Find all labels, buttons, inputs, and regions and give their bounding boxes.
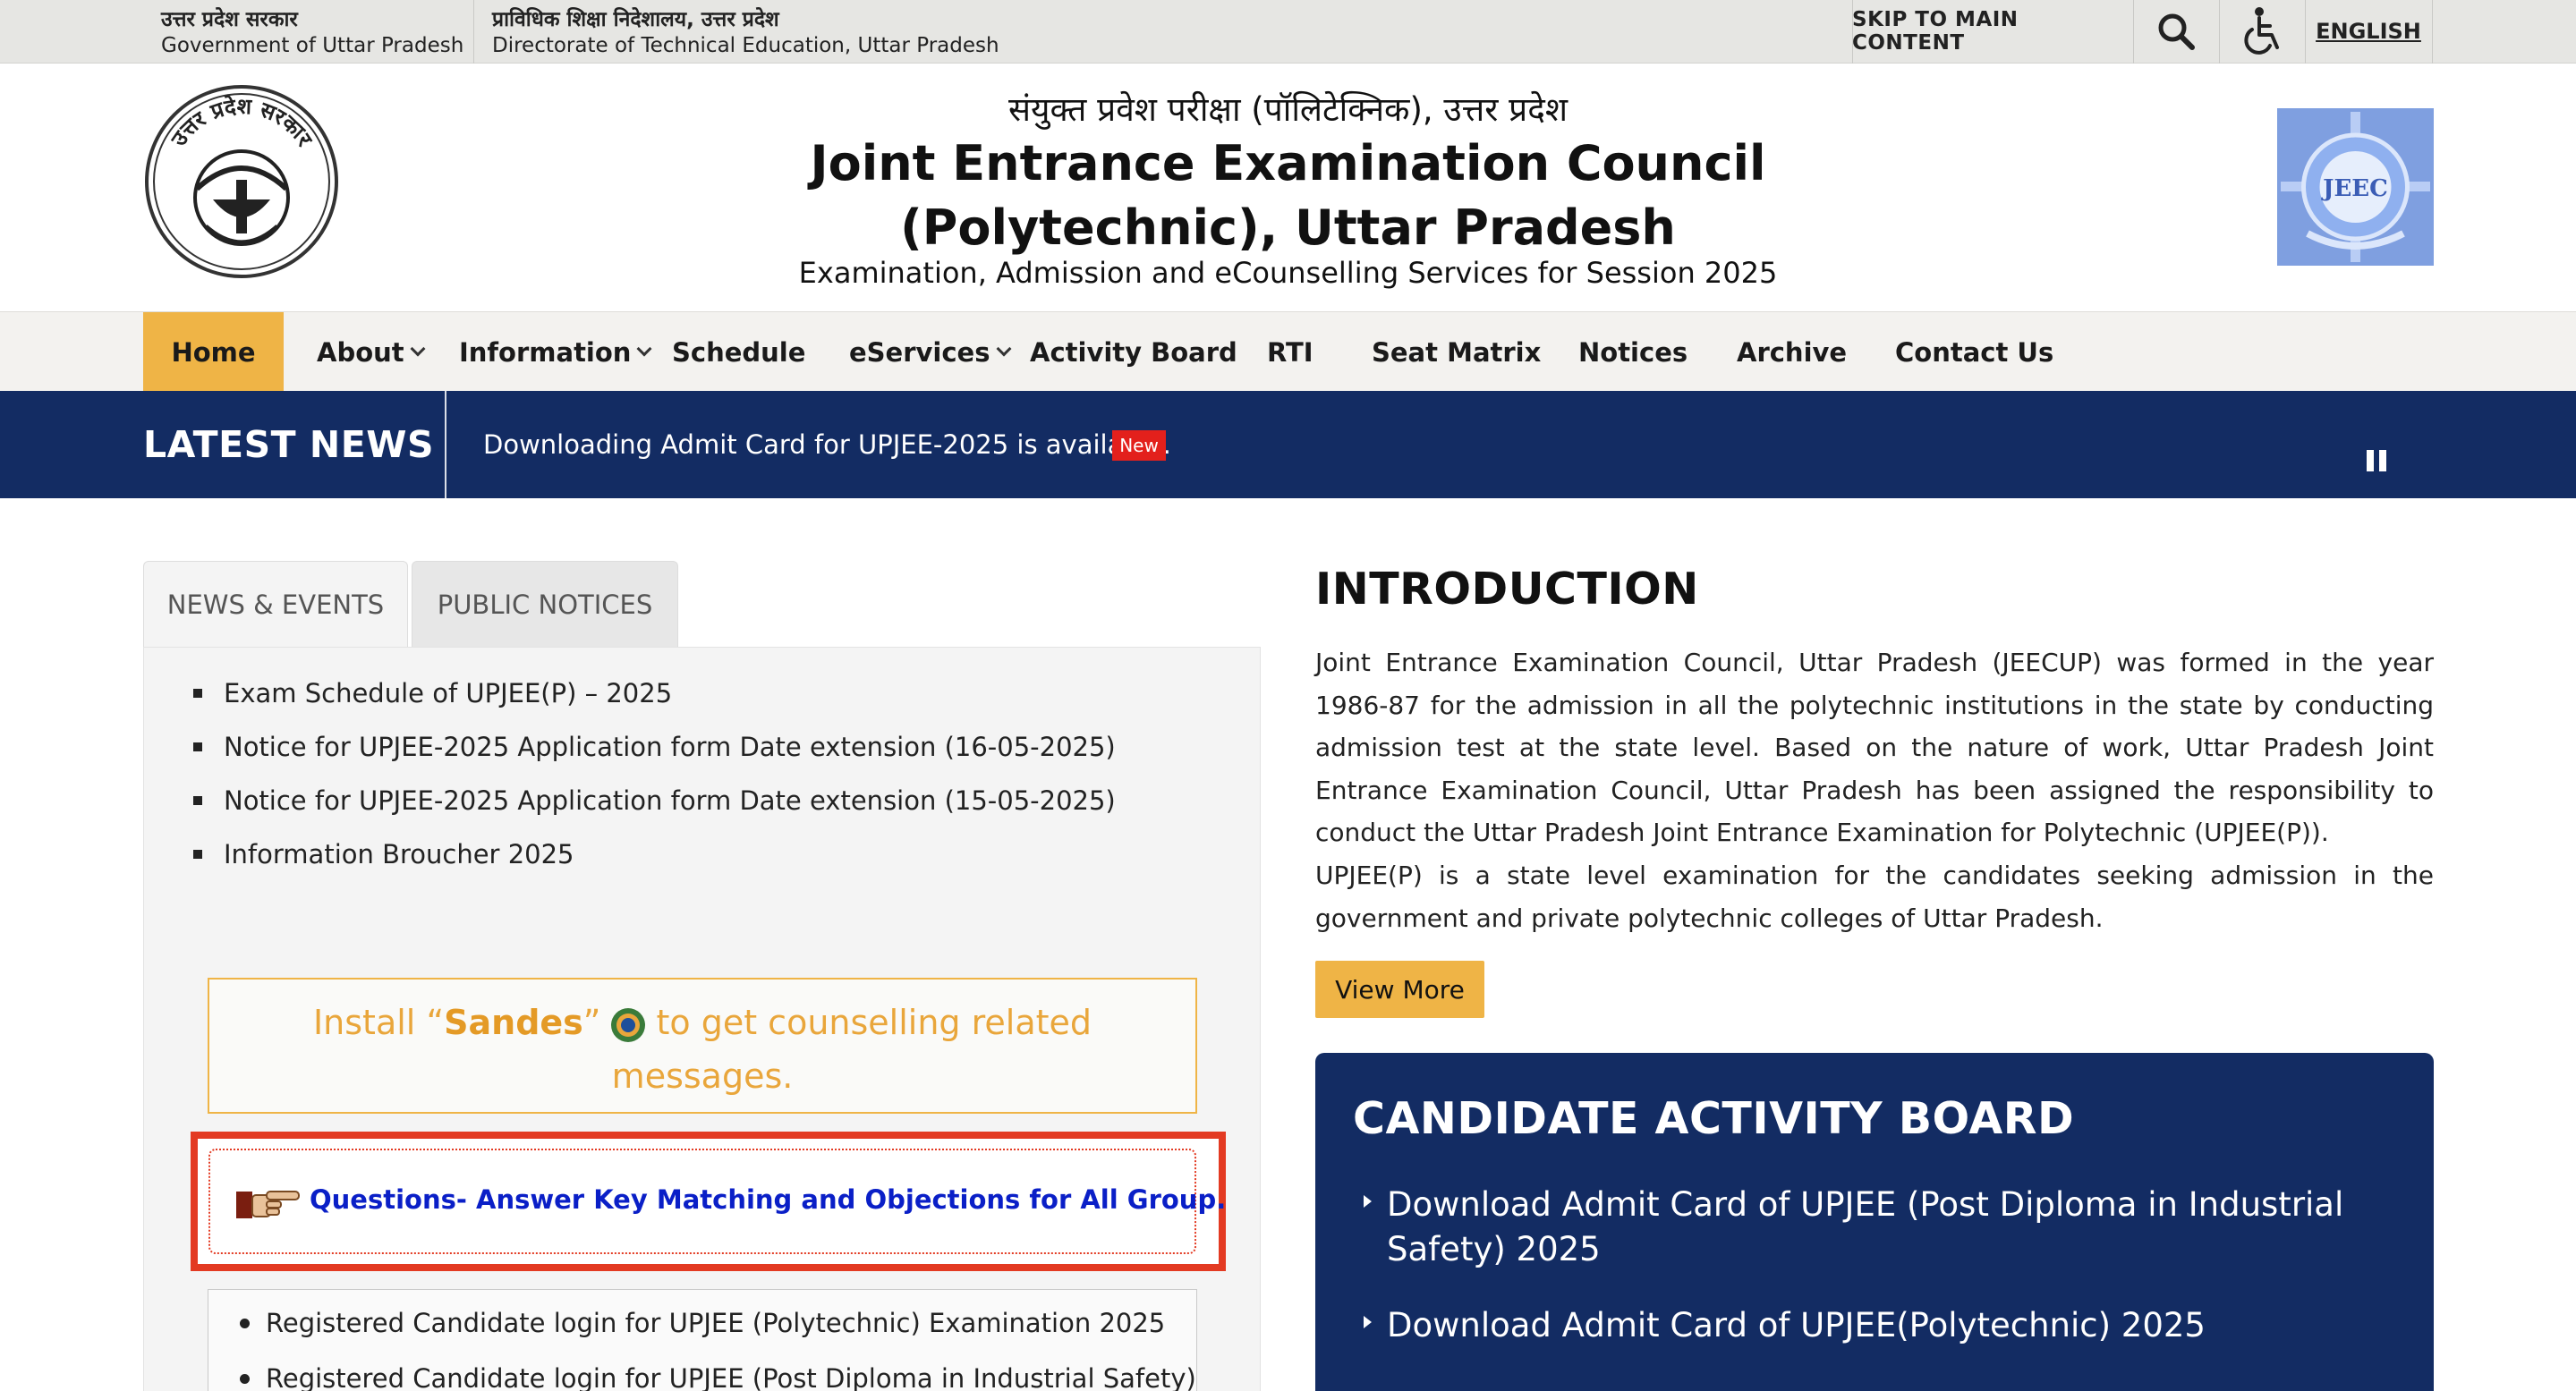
site-header: उत्तर प्रदेश सरकार संयुक्त प्रवेश परीक्ष…: [0, 64, 2576, 311]
divider: [2432, 0, 2433, 64]
nav-archive[interactable]: Archive: [1737, 312, 1847, 392]
activity-board-heading: CANDIDATE ACTIVITY BOARD: [1353, 1093, 2075, 1144]
jeec-logo[interactable]: JEEC: [2277, 108, 2434, 266]
caret-right-icon: [1364, 1195, 1372, 1208]
bullet: [193, 742, 202, 751]
news-item[interactable]: Notice for UPJEE-2025 Application form D…: [193, 785, 1116, 816]
latest-news-band: LATEST NEWS Downloading Admit Card for U…: [0, 391, 2576, 498]
sandes-line2: messages.: [611, 1056, 794, 1096]
nav-contact-us[interactable]: Contact Us: [1895, 312, 2053, 392]
nav-label: Seat Matrix: [1372, 336, 1542, 368]
bullet: [240, 1373, 250, 1384]
caret-right-icon: [1364, 1316, 1372, 1328]
nav-notices[interactable]: Notices: [1578, 312, 1688, 392]
nav-label: About: [317, 336, 404, 368]
search-button[interactable]: [2133, 0, 2219, 63]
wheelchair-icon: [2244, 7, 2279, 55]
skip-to-main-content-link[interactable]: SKIP TO MAIN CONTENT: [1852, 0, 2133, 63]
introduction-paragraph: UPJEE(P) is a state level examination fo…: [1315, 861, 2434, 933]
top-utility-bar: उत्तर प्रदेश सरकार Government of Uttar P…: [0, 0, 2576, 64]
activity-item[interactable]: Download Admit Card of UPJEE (Post Diplo…: [1364, 1183, 2398, 1272]
news-item[interactable]: Exam Schedule of UPJEE(P) – 2025: [193, 678, 672, 708]
bullet: [193, 689, 202, 698]
news-item-label: Notice for UPJEE-2025 Application form D…: [224, 785, 1116, 816]
council-title-line2: (Polytechnic), Uttar Pradesh: [900, 199, 1676, 256]
nav-schedule[interactable]: Schedule: [672, 312, 805, 392]
nav-label: RTI: [1267, 336, 1314, 368]
activity-item[interactable]: Download Admit Card of UPJEE(Polytechnic…: [1364, 1303, 2398, 1348]
chevron-down-icon: [996, 341, 1011, 356]
language-switch-link[interactable]: ENGLISH: [2305, 0, 2432, 63]
bullet: [193, 796, 202, 805]
nav-label: Home: [171, 336, 256, 368]
login-item[interactable]: Registered Candidate login for UPJEE (Po…: [240, 1363, 1196, 1391]
answer-key-objections-link[interactable]: Questions- Answer Key Matching and Objec…: [310, 1179, 1226, 1220]
nav-label: Schedule: [672, 336, 806, 368]
nav-label: eServices: [849, 336, 990, 368]
login-item-label: Registered Candidate login for UPJEE (Po…: [266, 1363, 1196, 1391]
gov-up-hindi: उत्तर प्रदेश सरकार: [161, 8, 298, 31]
divider: [445, 391, 446, 498]
bullet: [193, 850, 202, 859]
svg-text:JEEC: JEEC: [2321, 175, 2388, 202]
news-item-label: Exam Schedule of UPJEE(P) – 2025: [224, 678, 673, 708]
chevron-down-icon: [410, 341, 426, 356]
pause-icon: [2379, 450, 2386, 471]
view-more-button[interactable]: View More: [1315, 961, 1484, 1018]
council-title-english: Joint Entrance Examination Council (Poly…: [0, 131, 2576, 260]
new-badge: New: [1112, 430, 1166, 461]
divider: [473, 0, 474, 64]
sandes-text: ”: [582, 1003, 601, 1042]
news-item-label: Information Broucher 2025: [224, 839, 574, 869]
login-item[interactable]: Registered Candidate login for UPJEE (Po…: [240, 1308, 1165, 1338]
chevron-down-icon: [636, 341, 652, 356]
gov-dte-english: Directorate of Technical Education, Utta…: [492, 34, 999, 57]
latest-news-title: LATEST NEWS: [143, 423, 434, 466]
latest-news-link[interactable]: Downloading Admit Card for UPJEE-2025 is…: [483, 391, 1171, 498]
tab-news-events[interactable]: NEWS & EVENTS: [143, 561, 408, 648]
sandes-install-banner[interactable]: Install “Sandes” to get counselling relat…: [208, 978, 1197, 1114]
sandes-text: Install “: [312, 1003, 445, 1042]
sandes-app-name: Sandes: [444, 1003, 583, 1042]
activity-item-label: Download Admit Card of UPJEE(Polytechnic…: [1387, 1306, 2206, 1344]
nav-about[interactable]: About: [317, 312, 426, 392]
nav-activity-board[interactable]: Activity Board: [1030, 312, 1237, 392]
nav-rti[interactable]: RTI: [1267, 312, 1314, 392]
nav-information[interactable]: Information: [459, 312, 652, 392]
login-item-label: Registered Candidate login for UPJEE (Po…: [266, 1308, 1166, 1338]
nav-label: Information: [459, 336, 632, 368]
introduction-heading: INTRODUCTION: [1315, 564, 1699, 615]
introduction-paragraph: Joint Entrance Examination Council, Utta…: [1315, 648, 2434, 847]
pointing-hand-icon: [236, 1191, 300, 1218]
nav-eservices[interactable]: eServices: [849, 312, 1011, 392]
council-subtitle: Examination, Admission and eCounselling …: [798, 256, 1778, 290]
nav-label: Archive: [1737, 336, 1848, 368]
council-title-line1: Joint Entrance Examination Council: [810, 135, 1766, 191]
nav-seat-matrix[interactable]: Seat Matrix: [1372, 312, 1541, 392]
tab-public-notices[interactable]: PUBLIC NOTICES: [412, 561, 678, 648]
news-item[interactable]: Information Broucher 2025: [193, 839, 574, 869]
nav-label: Contact Us: [1895, 336, 2054, 368]
gov-up-english: Government of Uttar Pradesh: [161, 34, 464, 57]
nav-home[interactable]: Home: [143, 312, 284, 392]
accessibility-button[interactable]: [2219, 0, 2305, 63]
search-icon: [2158, 13, 2195, 50]
sandes-line1: Install “Sandes” to get counselling relat…: [209, 996, 1195, 1049]
nav-label: Notices: [1578, 336, 1688, 368]
news-item[interactable]: Notice for UPJEE-2025 Application form D…: [193, 732, 1116, 762]
pause-button[interactable]: [2367, 450, 2388, 471]
activity-item-label: Download Admit Card of UPJEE (Post Diplo…: [1387, 1185, 2344, 1268]
pause-icon: [2367, 450, 2374, 471]
main-navigation: Home About Information Schedule eService…: [0, 311, 2576, 392]
gov-dte-hindi: प्राविधिक शिक्षा निदेशालय, उत्तर प्रदेश: [492, 8, 779, 31]
bullet: [240, 1318, 250, 1328]
sandes-text: to get counselling related: [656, 1003, 1092, 1042]
gov-up-label: उत्तर प्रदेश सरकार Government of Uttar P…: [161, 7, 463, 59]
council-title-hindi: संयुक्त प्रवेश परीक्षा (पॉलिटेक्निक), उत…: [1007, 90, 1569, 129]
nav-label: Activity Board: [1030, 336, 1237, 368]
sandes-app-icon: [611, 1007, 646, 1042]
gov-dte-label: प्राविधिक शिक्षा निदेशालय, उत्तर प्रदेश …: [492, 7, 999, 59]
news-item-label: Notice for UPJEE-2025 Application form D…: [224, 732, 1116, 762]
